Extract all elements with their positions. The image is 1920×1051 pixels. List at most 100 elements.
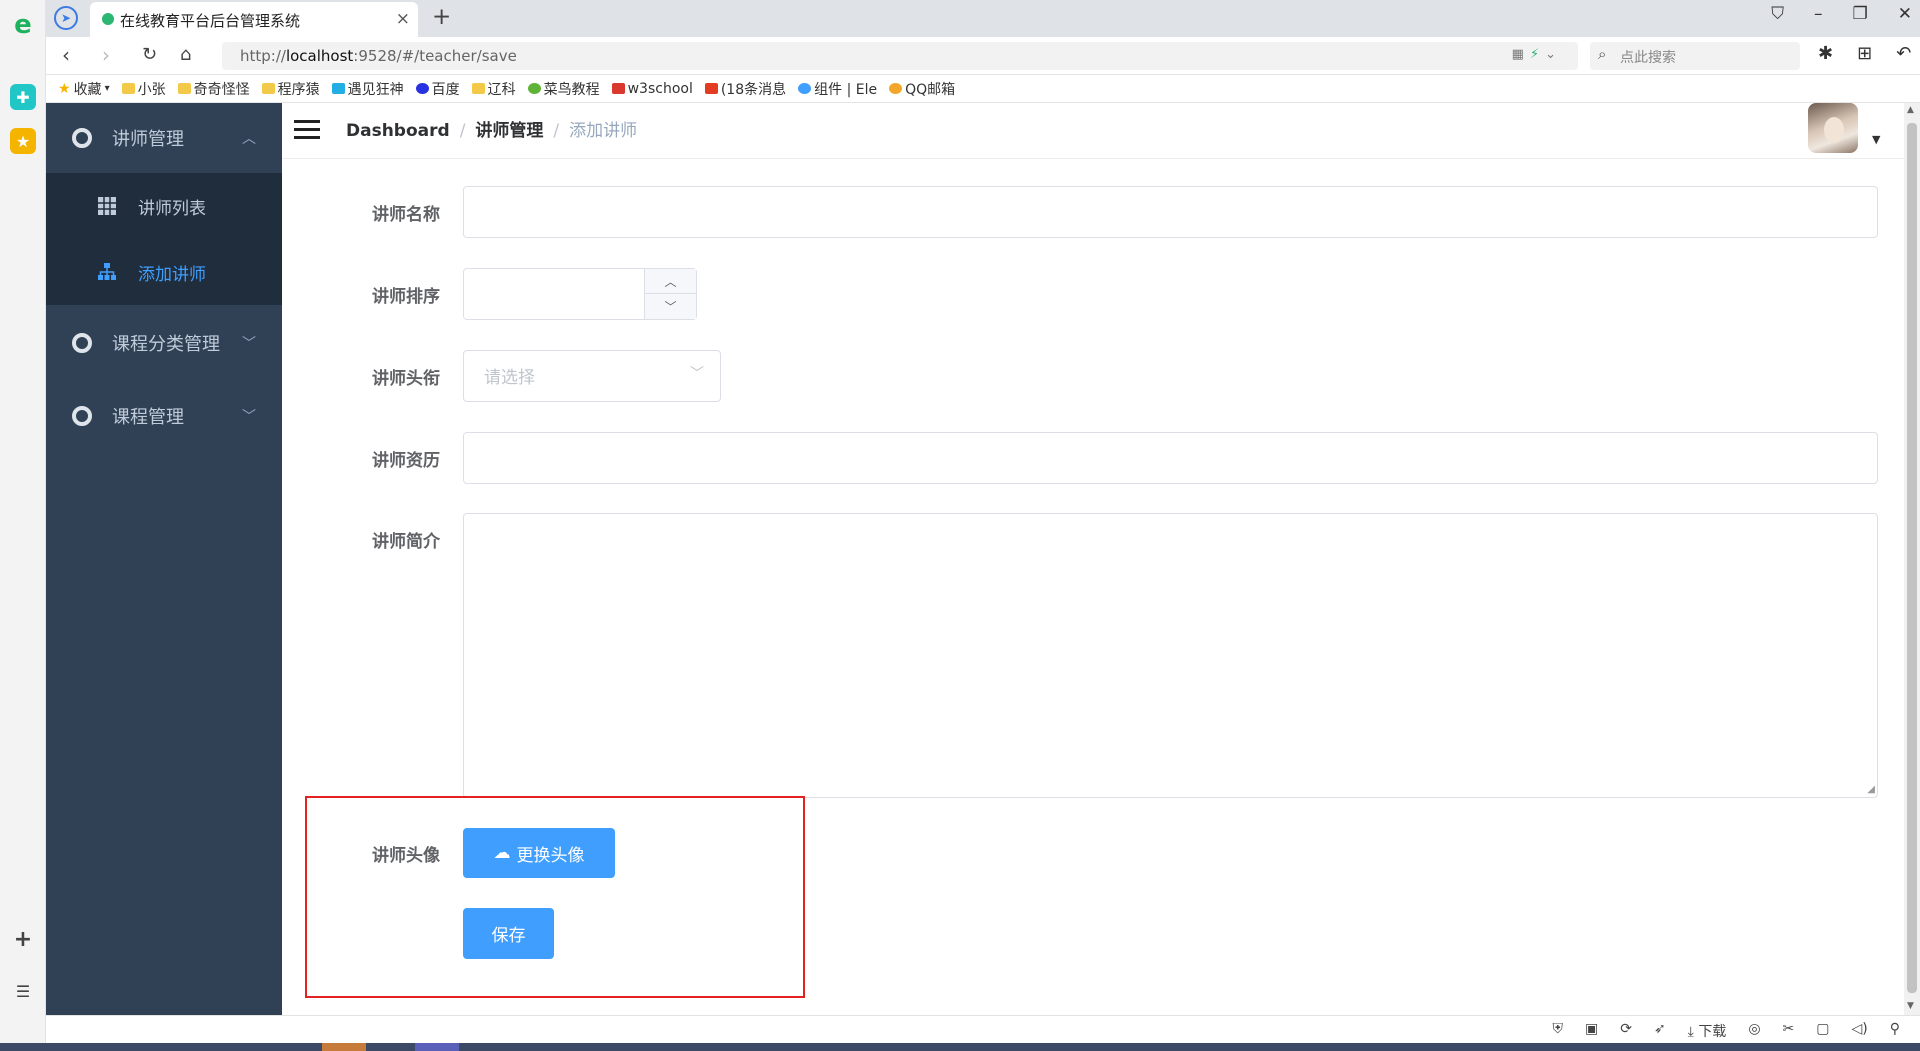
reload-icon[interactable]: ↻: [142, 44, 157, 65]
add-icon[interactable]: +: [10, 926, 36, 952]
breadcrumb: Dashboard / 讲师管理 / 添加讲师: [346, 116, 637, 141]
download-button[interactable]: ⤓ 下载: [1688, 1021, 1727, 1041]
increase-button[interactable]: ︿: [645, 269, 696, 294]
rocket-icon[interactable]: ➶: [1654, 1021, 1666, 1041]
folder-icon: [471, 83, 485, 94]
submenu-label: 讲师列表: [138, 198, 206, 219]
scroll-thumb[interactable]: [1907, 123, 1917, 993]
browser-side-strip: e ✚ ★ + ☰: [0, 0, 46, 1051]
window-icon[interactable]: ▢: [1816, 1021, 1829, 1041]
browser-tab[interactable]: 在线教育平台后台管理系统 ×: [90, 2, 418, 37]
menu-subject-management[interactable]: 课程分类管理 ﹀: [46, 308, 282, 378]
toolbar-right: ✱ ⊞ ↶ ≡: [1818, 43, 1920, 64]
submenu-add-teacher[interactable]: 添加讲师: [46, 239, 282, 305]
decrease-button[interactable]: ﹀: [645, 294, 696, 319]
bookmark-item[interactable]: (18条消息: [704, 79, 786, 99]
star-icon: ★: [58, 80, 71, 97]
caret-down-icon[interactable]: ▼: [1872, 133, 1880, 146]
tab-close-icon[interactable]: ×: [396, 9, 410, 29]
submenu-teacher-list[interactable]: 讲师列表: [46, 173, 282, 239]
taskbar-item[interactable]: [322, 1043, 366, 1051]
search-placeholder: 点此搜索: [1620, 50, 1676, 66]
scroll-down-icon[interactable]: ▼: [1907, 1001, 1914, 1011]
qr-code-icon[interactable]: ▦: [1512, 47, 1530, 62]
qq-mail-icon: [889, 83, 903, 94]
bookmark-item[interactable]: 奇奇怪怪: [177, 79, 250, 99]
tab-favicon-icon: [102, 13, 114, 25]
teacher-career-label: 讲师资历: [372, 451, 440, 471]
navigate-icon[interactable]: ➤: [54, 6, 78, 30]
new-tab-button[interactable]: +: [432, 4, 451, 30]
resize-handle-icon[interactable]: ◢: [1867, 784, 1875, 795]
bookmark-item[interactable]: 百度: [415, 79, 460, 99]
list-icon[interactable]: ☰: [10, 978, 36, 1004]
image-icon[interactable]: ▣: [1585, 1021, 1598, 1041]
page-scrollbar[interactable]: ▲ ▼: [1904, 103, 1920, 1015]
bookmark-item[interactable]: 菜鸟教程: [527, 79, 600, 99]
dropdown-icon[interactable]: ⌄: [1545, 47, 1562, 62]
settings-icon: [72, 406, 92, 426]
browser-tab-bar: ➤ 在线教育平台后台管理系统 × + ⛉ – ❐ ✕: [46, 0, 1920, 37]
bookmark-item[interactable]: 遇见狂神: [331, 79, 404, 99]
address-bar[interactable]: http://localhost:9528/#/teacher/save ▦⚡⌄: [222, 42, 1578, 70]
favorites-icon[interactable]: ★: [10, 128, 36, 154]
avatar[interactable]: [1808, 103, 1858, 153]
menu-label: 课程分类管理: [112, 334, 220, 355]
chevron-down-icon: ﹀: [242, 336, 256, 352]
element-icon: [798, 83, 812, 94]
w3school-icon: [611, 83, 625, 94]
bookmark-item[interactable]: 小张: [121, 79, 166, 99]
browser-status-bar: ⛨ ▣ ⟳ ➶ ⤓ 下载 ◎ ✂ ▢ ◁) ⚲: [46, 1015, 1920, 1043]
tab-title: 在线教育平台后台管理系统: [120, 12, 301, 30]
browser-search-box[interactable]: ⌕ 点此搜索: [1590, 42, 1800, 70]
settings-icon: [72, 128, 92, 148]
annotation-highlight-box: [305, 796, 805, 998]
screenshot-icon[interactable]: ✂: [1783, 1021, 1795, 1041]
bookmark-item[interactable]: 组件 | Ele: [798, 79, 877, 99]
breadcrumb-dashboard[interactable]: Dashboard: [346, 121, 450, 141]
hamburger-icon[interactable]: [294, 120, 320, 140]
shield-icon[interactable]: ⛨: [1552, 1021, 1563, 1041]
teacher-name-label: 讲师名称: [372, 205, 440, 225]
teacher-career-input[interactable]: [463, 432, 1878, 484]
bookmark-item[interactable]: 程序猿: [261, 79, 320, 99]
menu-teacher-management[interactable]: 讲师管理 ︿: [46, 103, 282, 173]
teacher-submenu: 讲师列表 添加讲师: [46, 173, 282, 305]
minimize-icon[interactable]: –: [1814, 4, 1823, 24]
table-icon: [98, 197, 116, 215]
undo-icon[interactable]: ↶: [1896, 43, 1911, 64]
grid-icon[interactable]: ⊞: [1857, 43, 1872, 64]
menu-course-management[interactable]: 课程管理 ﹀: [46, 381, 282, 451]
bookmark-item[interactable]: 辽科: [471, 79, 516, 99]
restore-icon[interactable]: ❐: [1853, 4, 1868, 24]
teacher-intro-textarea[interactable]: ◢: [463, 513, 1878, 798]
teacher-sort-input[interactable]: ︿ ﹀: [463, 268, 697, 320]
extension-icon[interactable]: ✚: [10, 84, 36, 110]
close-window-icon[interactable]: ✕: [1898, 4, 1912, 24]
volume-icon[interactable]: ◁): [1852, 1021, 1868, 1041]
bookmark-favorites[interactable]: ★ 收藏 ▾: [58, 79, 110, 99]
zoom-icon[interactable]: ⚲: [1890, 1021, 1900, 1041]
breadcrumb-separator: /: [459, 121, 466, 141]
teacher-name-input[interactable]: [463, 186, 1878, 238]
teacher-level-label: 讲师头衔: [372, 369, 440, 389]
breadcrumb-teacher-management: 讲师管理: [475, 121, 544, 141]
browser-logo-icon[interactable]: e: [10, 10, 36, 40]
home-icon[interactable]: ⌂: [180, 44, 191, 65]
speed-icon[interactable]: ◎: [1748, 1021, 1760, 1041]
folder-icon: [177, 83, 191, 94]
csdn-icon: [704, 83, 718, 94]
forward-icon[interactable]: ›: [102, 43, 110, 67]
extension-puzzle-icon[interactable]: ✱: [1818, 43, 1833, 64]
bookmark-item[interactable]: w3school: [611, 81, 693, 97]
refresh-icon[interactable]: ⟳: [1620, 1021, 1632, 1041]
scroll-up-icon[interactable]: ▲: [1907, 105, 1914, 115]
shirt-icon[interactable]: ⛉: [1771, 4, 1784, 24]
bookmark-item[interactable]: QQ邮箱: [889, 79, 955, 99]
teacher-level-select[interactable]: 请选择 ﹀: [463, 350, 721, 402]
lightning-icon[interactable]: ⚡: [1530, 47, 1545, 62]
back-icon[interactable]: ‹: [62, 43, 70, 67]
taskbar-item[interactable]: [415, 1043, 459, 1051]
settings-icon: [72, 333, 92, 353]
browser-toolbar: ‹ › ↻ ⌂ http://localhost:9528/#/teacher/…: [46, 37, 1920, 75]
